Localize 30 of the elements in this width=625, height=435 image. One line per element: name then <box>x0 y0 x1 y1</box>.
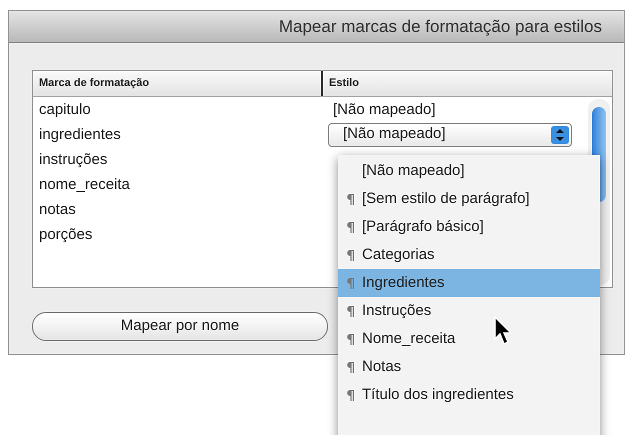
menu-item[interactable]: Nome_receita <box>338 325 600 353</box>
menu-item[interactable]: [Sem estilo de parágrafo] <box>338 185 600 213</box>
window-title: Mapear marcas de formatação para estilos <box>278 16 602 38</box>
map-by-name-button[interactable]: Mapear por nome <box>32 312 328 341</box>
pilcrow-icon <box>346 221 354 233</box>
table-cell: notas <box>39 200 76 218</box>
pilcrow-icon <box>346 305 354 317</box>
table-cell: ingredientes <box>39 126 121 142</box>
menu-item[interactable]: [Não mapeado] <box>338 157 600 185</box>
pilcrow-icon <box>346 249 354 261</box>
column-header[interactable]: Marca de formatação <box>39 75 150 92</box>
table-cell: porções <box>39 226 92 242</box>
table-cell: instruções <box>39 150 108 168</box>
column-header[interactable]: Estilo <box>329 75 359 92</box>
menu-item[interactable]: [Parágrafo básico] <box>338 213 600 241</box>
table-cell: nome_receita <box>39 176 130 192</box>
pilcrow-icon <box>346 277 354 289</box>
pilcrow-icon <box>346 333 354 345</box>
pilcrow-icon <box>346 389 354 401</box>
menu-item[interactable]: Ingredientes <box>338 269 600 297</box>
style-dropdown[interactable]: [Não mapeado] <box>328 122 572 146</box>
stepper-arrows-icon <box>551 126 569 144</box>
pilcrow-icon <box>346 361 354 373</box>
menu-item[interactable]: Categorias <box>338 241 600 269</box>
menu-item[interactable]: Título dos ingredientes <box>338 381 600 409</box>
menu-item[interactable]: Instruções <box>338 297 600 325</box>
pilcrow-icon <box>346 193 354 205</box>
table-cell-text: [Não mapeado] <box>332 100 436 118</box>
menu-item[interactable]: Notas <box>338 353 600 381</box>
table-cell: capitulo <box>39 100 91 118</box>
